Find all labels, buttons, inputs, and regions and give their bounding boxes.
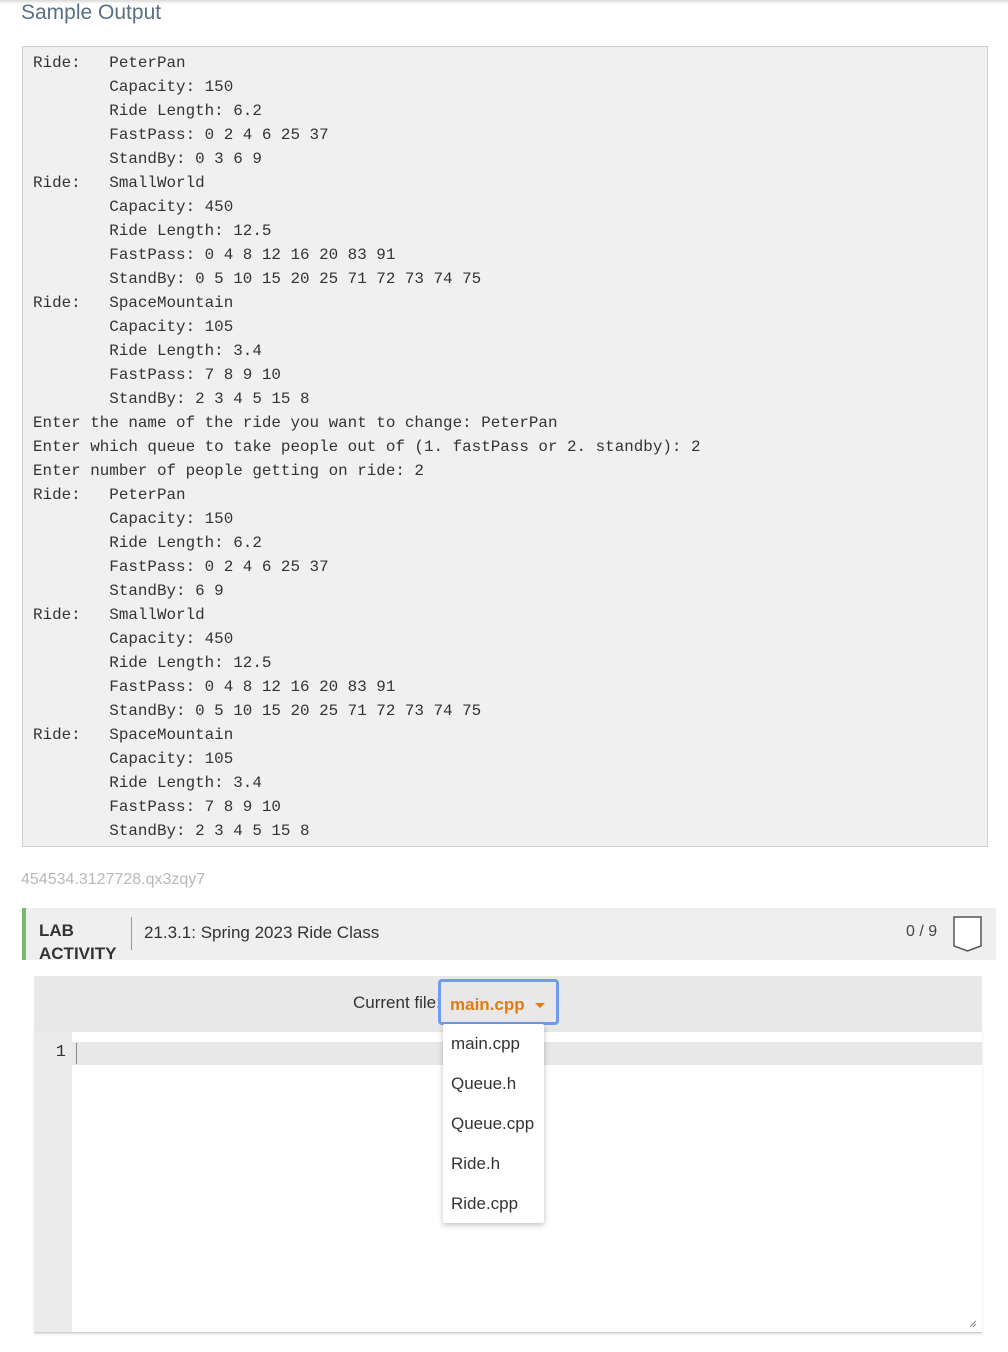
text-cursor bbox=[76, 1043, 77, 1064]
file-option-ride-h[interactable]: Ride.h bbox=[451, 1153, 500, 1175]
output-line: Ride: SpaceMountain bbox=[33, 726, 234, 744]
line-number: 1 bbox=[55, 1043, 66, 1062]
output-line: FastPass: 0 2 4 6 25 37 bbox=[33, 126, 329, 144]
resize-grip-icon[interactable] bbox=[968, 1319, 976, 1327]
output-line: Ride: SpaceMountain bbox=[33, 294, 234, 312]
output-line: Ride Length: 3.4 bbox=[33, 342, 262, 360]
file-dropdown-menu: main.cpp Queue.h Queue.cpp Ride.h Ride.c… bbox=[443, 1024, 544, 1223]
output-line: Enter the name of the ride you want to c… bbox=[33, 414, 558, 432]
output-line: StandBy: 6 9 bbox=[33, 582, 224, 600]
output-line: Ride Length: 3.4 bbox=[33, 774, 262, 792]
output-line: Ride: SmallWorld bbox=[33, 606, 205, 624]
output-line: Capacity: 450 bbox=[33, 630, 234, 648]
output-line: Capacity: 450 bbox=[33, 198, 234, 216]
file-option-queue-cpp[interactable]: Queue.cpp bbox=[451, 1113, 534, 1135]
content-identifier: 454534.3127728.qx3zqy7 bbox=[21, 871, 206, 888]
output-line: FastPass: 0 4 8 12 16 20 83 91 bbox=[33, 246, 396, 264]
lab-title: 21.3.1: Spring 2023 Ride Class bbox=[144, 923, 380, 942]
output-line: FastPass: 7 8 9 10 bbox=[33, 366, 281, 384]
output-line: Enter number of people getting on ride: … bbox=[33, 462, 424, 480]
file-option-main-cpp[interactable]: main.cpp bbox=[451, 1033, 520, 1055]
output-line: Ride: SmallWorld bbox=[33, 174, 205, 192]
file-option-queue-h[interactable]: Queue.h bbox=[451, 1073, 516, 1095]
output-line: StandBy: 0 5 10 15 20 25 71 72 73 74 75 bbox=[33, 702, 482, 720]
section-title: Sample Output bbox=[21, 1, 162, 24]
output-line: Capacity: 105 bbox=[33, 318, 234, 336]
current-file-name: main.cpp bbox=[450, 995, 525, 1014]
lab-activity-type: LAB ACTIVITY bbox=[39, 919, 116, 965]
output-line: Capacity: 150 bbox=[33, 510, 234, 528]
sample-output-box: Ride: PeterPan Capacity: 150 Ride Length… bbox=[22, 46, 988, 847]
output-line: Ride Length: 6.2 bbox=[33, 102, 262, 120]
output-line: FastPass: 7 8 9 10 bbox=[33, 798, 281, 816]
output-line: StandBy: 0 3 6 9 bbox=[33, 150, 262, 168]
output-line: StandBy: 2 3 4 5 15 8 bbox=[33, 390, 310, 408]
output-line: Ride Length: 12.5 bbox=[33, 654, 272, 672]
caret-down-icon bbox=[535, 1003, 545, 1008]
output-line: Ride Length: 12.5 bbox=[33, 222, 272, 240]
lab-type-line-1: LAB bbox=[39, 921, 74, 940]
output-line: FastPass: 0 2 4 6 25 37 bbox=[33, 558, 329, 576]
output-line: Capacity: 105 bbox=[33, 750, 234, 768]
completion-badge-icon bbox=[953, 916, 982, 952]
output-line: FastPass: 0 4 8 12 16 20 83 91 bbox=[33, 678, 396, 696]
line-number-gutter: 1 bbox=[34, 1032, 72, 1332]
header-divider bbox=[131, 917, 132, 950]
file-option-ride-cpp[interactable]: Ride.cpp bbox=[451, 1193, 518, 1215]
lab-score: 0 / 9 bbox=[906, 923, 938, 940]
current-file-dropdown[interactable]: main.cpp bbox=[438, 979, 559, 1025]
output-line: Ride: PeterPan bbox=[33, 54, 186, 72]
output-line: Enter which queue to take people out of … bbox=[33, 438, 701, 456]
output-line: Capacity: 150 bbox=[33, 78, 234, 96]
output-line: StandBy: 2 3 4 5 15 8 bbox=[33, 822, 310, 840]
output-line: StandBy: 0 5 10 15 20 25 71 72 73 74 75 bbox=[33, 270, 482, 288]
lab-activity-header: LAB ACTIVITY 21.3.1: Spring 2023 Ride Cl… bbox=[22, 908, 996, 963]
current-file-label: Current file: bbox=[353, 993, 441, 1012]
output-line: Ride Length: 6.2 bbox=[33, 534, 262, 552]
output-line: Ride: PeterPan bbox=[33, 486, 186, 504]
